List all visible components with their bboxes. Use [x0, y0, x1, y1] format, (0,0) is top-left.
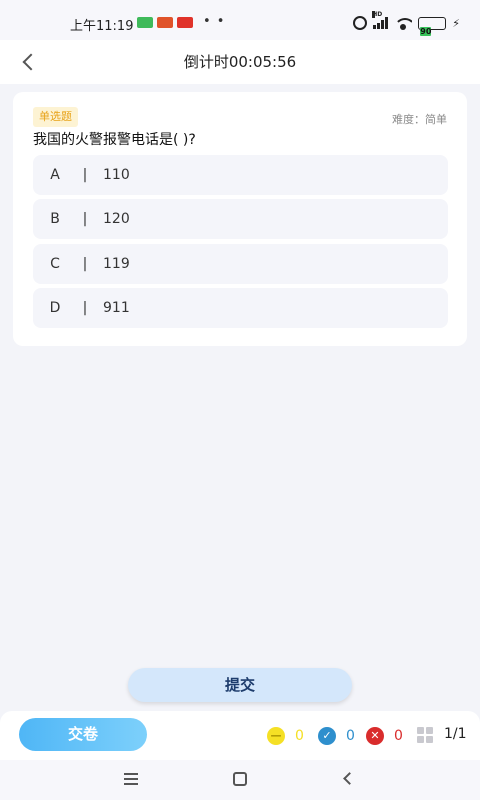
option-separator: |	[82, 300, 88, 316]
alarm-icon	[353, 16, 368, 30]
wrong-count: 0	[394, 728, 403, 744]
correct-count: 0	[346, 728, 355, 744]
option-separator: |	[82, 211, 88, 227]
countdown-title: 倒计时00:05:56	[183, 53, 297, 71]
unanswered-count: 0	[295, 728, 304, 744]
header: 倒计时00:05:56	[0, 40, 480, 84]
wrong-icon: ✕	[366, 727, 384, 745]
option-text: 119	[103, 256, 130, 272]
bottom-action-bar: 交卷 — 0 ✓ 0 ✕ 0	[0, 711, 480, 760]
option-a[interactable]: A | 110	[33, 155, 448, 195]
option-d[interactable]: D | 911	[33, 288, 448, 328]
signal-icon: HD	[372, 11, 389, 29]
submit-button[interactable]: 提交	[128, 668, 352, 702]
answer-sheet-grid-icon[interactable]	[417, 727, 433, 743]
menu-icon[interactable]	[124, 773, 138, 785]
status-bar: 上午11:19 • • HD 90 ⚡	[0, 0, 480, 40]
option-letter: A	[50, 167, 60, 183]
option-separator: |	[82, 167, 88, 183]
option-separator: |	[82, 256, 88, 272]
option-b[interactable]: B | 120	[33, 199, 448, 239]
app-notification-icon	[137, 17, 153, 28]
unanswered-stat: — 0	[267, 727, 304, 745]
question-progress: 1/1	[444, 726, 467, 742]
option-letter: C	[50, 256, 60, 272]
nav-back-icon[interactable]	[343, 772, 356, 785]
wifi-icon	[394, 16, 413, 30]
status-time: 上午11:19	[70, 19, 134, 34]
app-notification-icon	[177, 17, 193, 28]
option-c[interactable]: C | 119	[33, 244, 448, 284]
app-notification-icon	[157, 17, 173, 28]
option-text: 911	[103, 300, 130, 316]
difficulty-label: 难度：简单	[392, 113, 447, 126]
option-letter: D	[49, 300, 61, 316]
correct-icon: ✓	[318, 727, 336, 745]
option-text: 110	[103, 167, 130, 183]
hand-in-button[interactable]: 交卷	[19, 718, 147, 751]
option-letter: B	[50, 211, 60, 227]
option-text: 120	[103, 211, 130, 227]
home-icon[interactable]	[233, 772, 247, 786]
system-nav-bar	[0, 760, 480, 800]
more-notifications-icon: • •	[203, 14, 226, 29]
hd-label: HD	[372, 11, 383, 18]
correct-stat: ✓ 0	[318, 727, 355, 745]
battery-level: 90	[420, 26, 432, 36]
unanswered-icon: —	[267, 727, 285, 745]
question-card: 单选题 难度：简单 我国的火警报警电话是( )? A | 110 B | 120…	[13, 92, 467, 346]
battery-icon: 90	[418, 16, 447, 36]
wrong-stat: ✕ 0	[366, 727, 403, 745]
charging-icon: ⚡	[452, 16, 460, 30]
question-type-badge: 单选题	[33, 107, 78, 127]
question-text: 我国的火警报警电话是( )?	[33, 132, 196, 148]
